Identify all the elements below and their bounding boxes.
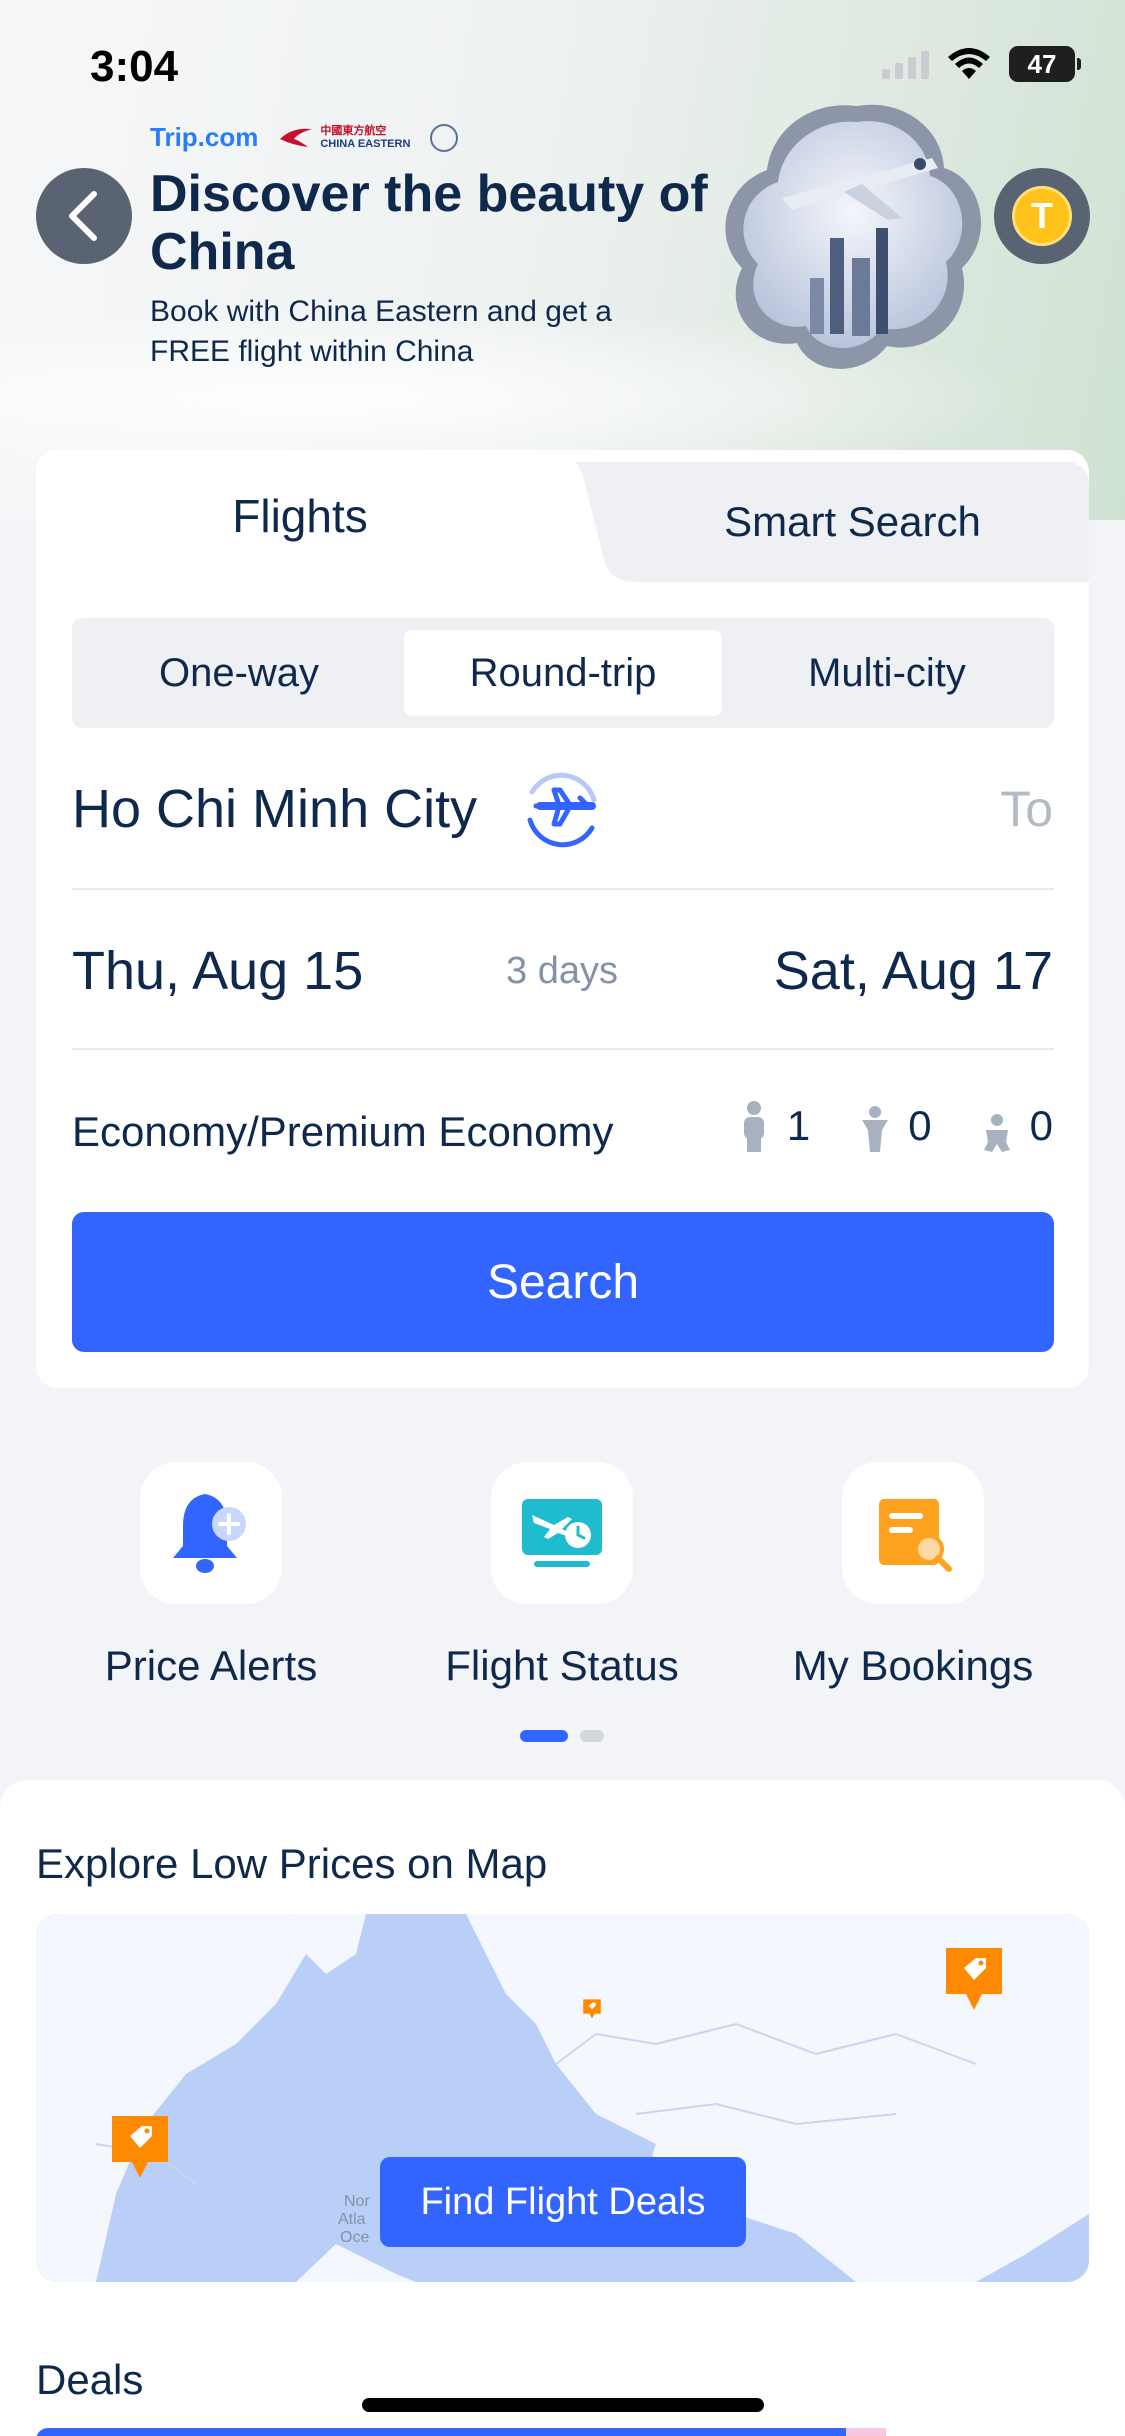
- pager-dot: [580, 1730, 604, 1742]
- banner-title: Discover the beauty of China: [150, 165, 708, 281]
- deal-card-peek[interactable]: [36, 2428, 856, 2436]
- cellular-signal-icon: [882, 49, 929, 79]
- infant-icon: [983, 1114, 1010, 1152]
- trip-duration: 3 days: [506, 950, 618, 992]
- price-tag-pin-icon[interactable]: [942, 1944, 1006, 2014]
- child-count-value: 0: [908, 1102, 932, 1149]
- my-bookings-label: My Bookings: [792, 1642, 1034, 1689]
- search-button[interactable]: Search: [72, 1212, 1054, 1352]
- banner-subtitle: Book with China Eastern and get a FREE f…: [150, 295, 612, 368]
- home-indicator[interactable]: [362, 2398, 764, 2412]
- document-search-icon: [879, 1499, 952, 1572]
- tab-flights[interactable]: Flights: [36, 450, 564, 582]
- trip-type-multi-city[interactable]: Multi-city: [732, 630, 1042, 716]
- infant-count-value: 0: [1029, 1102, 1053, 1149]
- low-price-map[interactable]: Nor Atla Oce Find Flight Deals: [36, 1914, 1089, 2282]
- price-alerts-label: Price Alerts: [104, 1642, 318, 1689]
- trip-type-one-way[interactable]: One-way: [84, 630, 394, 716]
- flight-status-action[interactable]: Flight Status: [432, 1462, 692, 1690]
- swap-cities-icon[interactable]: [510, 758, 614, 862]
- plane-clock-icon: [522, 1499, 602, 1567]
- brand-logos: Trip.com 中國東方航空 CHINA EASTERN: [150, 122, 459, 153]
- svg-text:Atla: Atla: [338, 2211, 366, 2228]
- battery-icon: 47: [1009, 46, 1081, 82]
- china-eastern-swallow-icon: [280, 128, 313, 147]
- my-bookings-tile: [842, 1462, 984, 1604]
- adult-count-value: 1: [786, 1102, 811, 1149]
- bell-plus-icon: [173, 1494, 246, 1573]
- china-eastern-cn: 中國東方航空: [320, 125, 387, 138]
- coin-icon: T: [1012, 186, 1072, 246]
- return-date[interactable]: Sat, Aug 17: [774, 940, 1053, 1002]
- plane-skyline-illustration: [725, 104, 982, 369]
- quick-actions-pager: [520, 1730, 604, 1742]
- explore-title: Explore Low Prices on Map: [36, 1840, 548, 1887]
- back-button[interactable]: [36, 168, 132, 264]
- passenger-selector[interactable]: 1 0 0: [739, 1100, 1053, 1152]
- divider: [72, 1048, 1054, 1050]
- flight-search-card: Flights Smart Search One-way Round-trip …: [36, 450, 1089, 1388]
- my-bookings-action[interactable]: My Bookings: [783, 1462, 1043, 1690]
- flight-status-tile: [491, 1462, 633, 1604]
- china-eastern-logo: 中國東方航空 CHINA EASTERN: [278, 125, 411, 150]
- adult-count: 1: [739, 1100, 810, 1152]
- rewards-coin-button[interactable]: T: [994, 168, 1090, 264]
- china-eastern-en: CHINA EASTERN: [320, 137, 411, 150]
- tab-smart-search[interactable]: Smart Search: [616, 462, 1089, 582]
- explore-section: Explore Low Prices on Map Nor Atla Oce F…: [0, 1780, 1125, 2436]
- find-flight-deals-button[interactable]: Find Flight Deals: [380, 2157, 746, 2247]
- wifi-icon: [948, 48, 990, 79]
- divider: [72, 888, 1054, 890]
- status-icons: 47: [882, 46, 1081, 82]
- pager-dot-active: [520, 1730, 568, 1742]
- child-icon: [862, 1106, 889, 1152]
- svg-text:Nor: Nor: [344, 2193, 370, 2210]
- departure-date[interactable]: Thu, Aug 15: [72, 940, 363, 1002]
- trip-type-selector: One-way Round-trip Multi-city: [72, 618, 1054, 728]
- price-alerts-tile: [140, 1462, 282, 1604]
- child-count: 0: [860, 1100, 932, 1152]
- price-alerts-action[interactable]: Price Alerts: [81, 1462, 341, 1690]
- deal-card-peek[interactable]: [846, 2428, 886, 2436]
- status-time: 3:04: [90, 42, 179, 91]
- promo-banner[interactable]: 3:04 47 Trip.com 中國東方航空 CHINA EASTERN Di…: [0, 0, 1125, 520]
- trip-type-round-trip[interactable]: Round-trip: [404, 630, 722, 716]
- adult-icon: [743, 1101, 764, 1152]
- cabin-class-selector[interactable]: Economy/Premium Economy: [72, 1108, 614, 1156]
- infant-count: 0: [982, 1100, 1053, 1152]
- alliance-logo-icon: [430, 123, 459, 152]
- price-tag-pin-small-icon[interactable]: [582, 1998, 602, 2020]
- flight-status-label: Flight Status: [445, 1642, 679, 1689]
- deals-title: Deals: [36, 2356, 144, 2403]
- price-tag-pin-icon[interactable]: [108, 2112, 172, 2182]
- trip-logo: Trip.com: [150, 122, 259, 152]
- chevron-left-icon: [69, 191, 97, 241]
- arrival-city-field[interactable]: To: [1000, 780, 1053, 838]
- svg-text:Oce: Oce: [340, 2229, 369, 2246]
- departure-city[interactable]: Ho Chi Minh City: [72, 778, 477, 840]
